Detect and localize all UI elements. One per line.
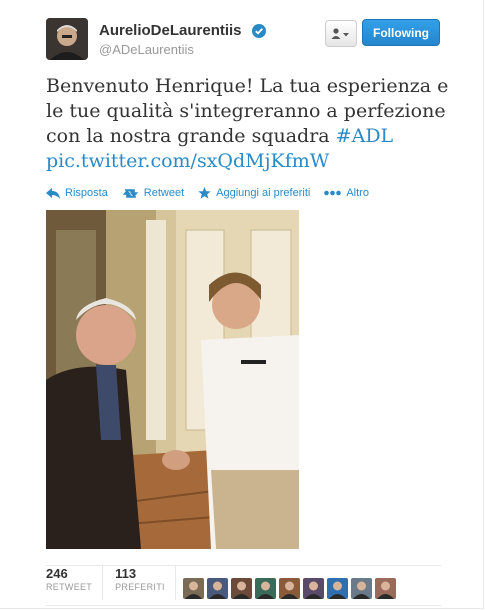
verified-badge-icon <box>252 24 266 38</box>
author-handle[interactable]: @ADeLaurentiis <box>99 42 194 57</box>
tweet-photo[interactable] <box>46 210 299 549</box>
retweeter-avatar[interactable] <box>327 578 348 599</box>
tweet-actions: Risposta Retweet Aggiungi ai preferiti A… <box>46 187 383 199</box>
tweet-text: Benvenuto Henrique! La tua esperienza e … <box>46 74 451 174</box>
stats-separator <box>102 566 104 600</box>
retweet-icon <box>122 188 139 198</box>
user-menu-icon <box>331 27 349 39</box>
favorites-stat-label: PREFERITI <box>115 582 165 592</box>
reply-icon <box>46 187 60 199</box>
more-dots-icon <box>324 190 342 196</box>
retweeter-avatar[interactable] <box>255 578 276 599</box>
retweeter-avatar[interactable] <box>351 578 372 599</box>
retweeter-avatar[interactable] <box>279 578 300 599</box>
favorites-stat[interactable]: 113 PREFERITI <box>115 566 175 592</box>
author-name[interactable]: AurelioDeLaurentiis <box>99 22 242 39</box>
retweet-stat-label: RETWEET <box>46 582 93 592</box>
favorites-count: 113 <box>115 566 137 581</box>
retweet-stat[interactable]: 246 RETWEET <box>46 566 102 592</box>
reply-action[interactable]: Risposta <box>46 187 108 199</box>
user-menu-button[interactable] <box>325 20 357 47</box>
favorite-star-icon <box>198 187 211 199</box>
retweeter-avatars <box>183 578 399 599</box>
retweet-count: 246 <box>46 566 68 581</box>
hashtag-link[interactable]: #ADL <box>336 125 394 147</box>
author-avatar[interactable] <box>46 18 88 60</box>
favorite-action[interactable]: Aggiungi ai preferiti <box>198 187 310 199</box>
tweet-stats: 246 RETWEET 113 PREFERITI <box>46 566 188 600</box>
retweeter-avatar[interactable] <box>231 578 252 599</box>
retweeter-avatar[interactable] <box>303 578 324 599</box>
pic-link[interactable]: pic.twitter.com/sxQdMjKfmW <box>46 150 329 172</box>
following-button[interactable]: Following <box>362 19 440 46</box>
retweeter-avatar[interactable] <box>183 578 204 599</box>
more-label: Altro <box>346 187 369 199</box>
reply-label: Risposta <box>65 187 108 199</box>
retweet-label: Retweet <box>143 187 185 199</box>
retweeter-avatar[interactable] <box>375 578 396 599</box>
more-action[interactable]: Altro <box>324 187 369 199</box>
favorite-label: Aggiungi ai preferiti <box>216 187 311 199</box>
stats-divider-bottom <box>46 605 441 606</box>
retweeter-avatar[interactable] <box>207 578 228 599</box>
retweet-action[interactable]: Retweet <box>122 187 184 199</box>
stats-separator-2 <box>174 566 176 600</box>
